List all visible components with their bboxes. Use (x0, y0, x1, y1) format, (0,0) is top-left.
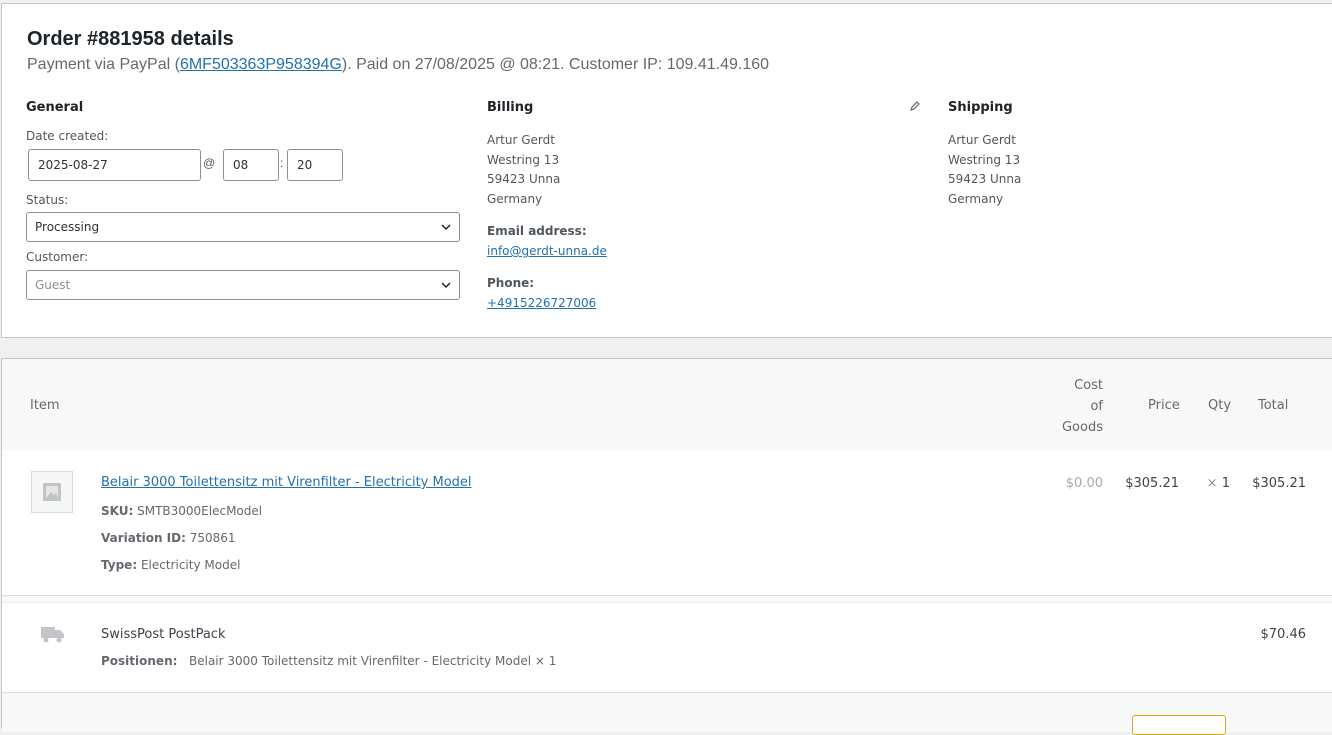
order-title: Order #881958 details (27, 28, 234, 50)
items-table-header: Item Cost of Goods Price Qty Total (2, 359, 1332, 450)
footer-action-button[interactable] (1132, 715, 1226, 735)
at-separator: @ (203, 156, 216, 170)
colon-separator: : (280, 156, 284, 170)
product-total: $305.21 (1252, 476, 1306, 491)
header-cog-line: Cost (1074, 378, 1103, 393)
status-value: Processing (35, 220, 100, 234)
order-items-panel: Item Cost of Goods Price Qty Total Belai… (1, 358, 1332, 735)
pencil-icon[interactable] (909, 100, 921, 112)
shipping-street: Westring 13 (948, 152, 1021, 167)
phone-link[interactable]: +4915226727006 (487, 296, 596, 310)
billing-city: 59423 Unna (487, 172, 561, 186)
shipping-city: 59423 Unna (948, 172, 1022, 186)
chevron-down-icon (441, 224, 451, 231)
product-name-link[interactable]: Belair 3000 Toilettensitz mit Virenfilte… (101, 475, 472, 490)
header-cog-line: of (1090, 399, 1103, 414)
qty-symbol: × (1206, 476, 1218, 491)
chevron-down-icon (441, 282, 451, 289)
sku-label: SKU: (101, 504, 134, 518)
product-type: Type: Electricity Model (101, 558, 240, 572)
phone-label: Phone: (487, 276, 535, 290)
header-price: Price (1148, 398, 1180, 413)
product-sku: SKU: SMTB3000ElecModel (101, 504, 262, 518)
type-value: Electricity Model (140, 558, 241, 572)
date-created-input[interactable]: 2025-08-27 (28, 149, 201, 181)
billing-heading: Billing (487, 100, 534, 115)
qty-value: 1 (1221, 476, 1230, 491)
general-heading: General (26, 100, 84, 115)
sku-value: SMTB3000ElecModel (137, 504, 263, 518)
shipping-heading: Shipping (948, 100, 1013, 115)
minute-input[interactable]: 20 (287, 149, 343, 181)
header-qty: Qty (1208, 398, 1232, 413)
email-label: Email address: (487, 224, 587, 238)
truck-icon (41, 627, 64, 643)
shipping-country: Germany (948, 191, 1004, 206)
shipping-name: Artur Gerdt (948, 133, 1016, 147)
product-cost: $0.00 (1065, 476, 1103, 491)
shipping-address: Artur Gerdt Westring 13 59423 Unna Germa… (948, 131, 1021, 209)
billing-address: Artur Gerdt Westring 13 59423 Unna Germa… (487, 131, 560, 209)
billing-name: Artur Gerdt (487, 133, 555, 147)
variation-label: Variation ID: (101, 531, 186, 545)
hour-input[interactable]: 08 (223, 149, 279, 181)
product-variation: Variation ID: 750861 (101, 531, 236, 545)
header-total: Total (1258, 398, 1289, 413)
billing-country: Germany (487, 191, 543, 206)
customer-placeholder: Guest (35, 278, 71, 292)
customer-select[interactable]: Guest (26, 270, 460, 300)
status-label: Status: (26, 193, 69, 207)
type-label: Type: (101, 558, 138, 572)
product-price: $305.21 (1125, 476, 1179, 491)
email-link[interactable]: info@gerdt-unna.de (487, 244, 607, 258)
order-payment-summary: Payment via PayPal (6MF503363P958394G). … (27, 56, 769, 74)
shipping-total: $70.46 (1260, 627, 1307, 642)
row-divider (2, 595, 1332, 603)
shipping-method-name: SwissPost PostPack (101, 627, 226, 642)
payment-suffix: ). Paid on 27/08/2025 @ 08:21. Customer … (341, 56, 770, 73)
positions-value: Belair 3000 Toilettensitz mit Virenfilte… (189, 654, 557, 668)
header-cost-of-goods: Cost of Goods (1047, 375, 1103, 438)
status-select[interactable]: Processing (26, 212, 460, 242)
order-details-panel: Order #881958 details Payment via PayPal… (1, 3, 1332, 338)
positions-label: Positionen: (101, 654, 178, 668)
customer-label: Customer: (26, 250, 89, 264)
header-item: Item (30, 398, 60, 413)
image-placeholder-icon (31, 471, 73, 513)
variation-value: 750861 (189, 531, 236, 545)
header-cog-line: Goods (1061, 420, 1103, 435)
transaction-link[interactable]: 6MF503363P958394G (180, 56, 342, 73)
payment-prefix: Payment via PayPal ( (27, 56, 180, 73)
date-created-label: Date created: (26, 129, 109, 143)
product-qty: × 1 (1202, 476, 1230, 491)
items-footer-bar (2, 692, 1332, 735)
billing-street: Westring 13 (487, 152, 560, 167)
